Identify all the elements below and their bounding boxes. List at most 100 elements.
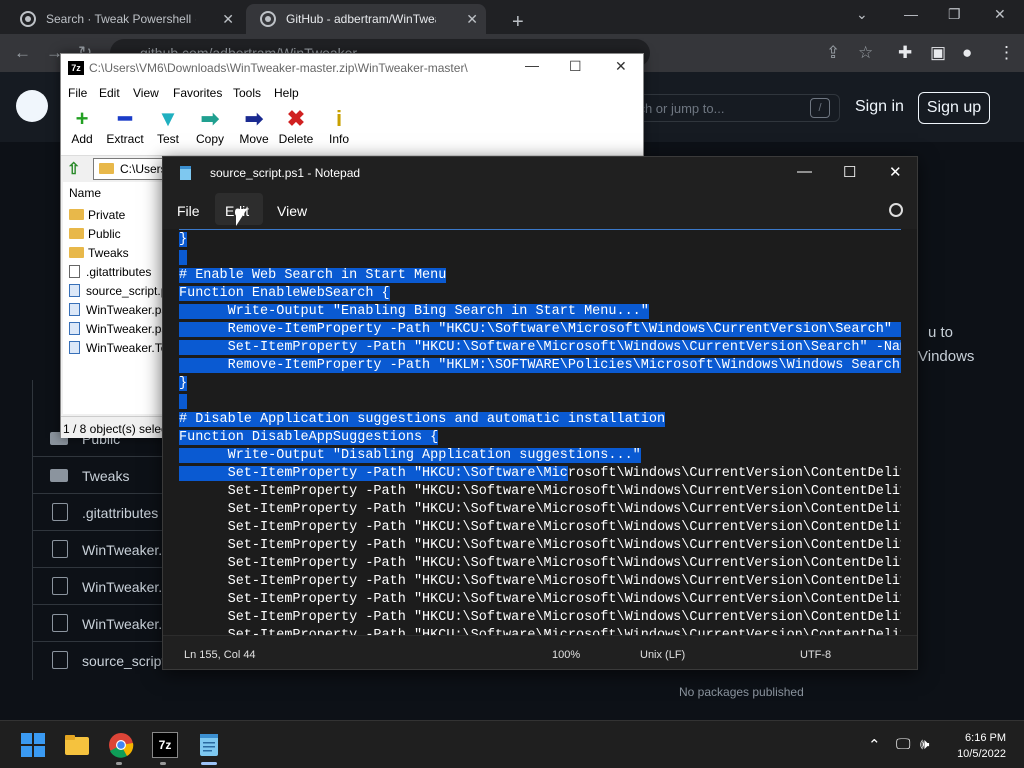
close-tab-icon[interactable]: ✕ [466, 11, 478, 28]
list-item-gitattributes[interactable]: .gitattributes [69, 265, 151, 283]
unselected-text: Set-ItemProperty -Path "HKCU:\Software\M… [179, 538, 901, 553]
list-item-public[interactable]: Public [69, 227, 121, 245]
7zip-toolbar: + Add ━ Extract ▼ Test ➡ Copy ➡ Move ✖ D… [61, 104, 643, 156]
file-row-gitattributes[interactable]: .gitattributes [82, 505, 158, 521]
close-tab-icon[interactable]: ✕ [222, 11, 234, 28]
start-icon[interactable] [20, 732, 46, 758]
tab-github-wintweaker[interactable]: GitHub - adbertram/WinTweaker ✕ [246, 4, 486, 34]
code-line: Set-ItemProperty -Path "HKCU:\Software\M… [179, 573, 901, 591]
volume-icon[interactable]: 🕪 [920, 736, 929, 753]
delete-button[interactable]: ✖ Delete [273, 106, 319, 146]
extract-button[interactable]: ━ Extract [102, 106, 148, 146]
tab-strip: Search · Tweak Powershell · GitHub ✕ Git… [0, 0, 1024, 34]
code-line: Set-ItemProperty -Path "HKCU:\Software\M… [179, 609, 901, 627]
menu-help[interactable]: Help [274, 86, 299, 100]
info-button[interactable]: i Info [316, 106, 362, 146]
extensions-icon[interactable]: ✚ [898, 43, 912, 63]
add-button[interactable]: + Add [59, 106, 105, 146]
tab-search[interactable]: Search · Tweak Powershell · GitHub ✕ [6, 4, 242, 34]
network-icon[interactable]: 🖵 [896, 736, 910, 753]
close-button[interactable]: ✕ [615, 58, 627, 75]
profile-icon[interactable]: ● [962, 43, 972, 63]
search-shortcut-key: / [810, 98, 830, 118]
system-clock[interactable]: 6:16 PM 10/5/2022 [957, 730, 1006, 762]
powershell-file-icon [69, 284, 80, 297]
maximize-button[interactable]: ☐ [843, 163, 856, 181]
zoom-level: 100% [552, 649, 581, 661]
close-button[interactable]: ✕ [994, 6, 1006, 23]
clock-time: 6:16 PM [965, 732, 1006, 744]
chevron-up-icon[interactable]: ⌃ [868, 736, 881, 754]
file-row-wintweaker-p1[interactable]: WinTweaker.p [82, 579, 170, 595]
menu-file[interactable]: File [68, 86, 87, 100]
info-icon: i [335, 106, 343, 131]
code-line: Remove-ItemProperty -Path "HKCU:\Softwar… [179, 321, 901, 339]
copy-button[interactable]: ➡ Copy [187, 106, 233, 146]
about-text-line1: u to [928, 324, 954, 341]
settings-gear-icon[interactable] [889, 203, 903, 217]
file-row-wintweaker-p2[interactable]: WinTweaker.p [82, 616, 170, 632]
menu-favorites[interactable]: Favorites [173, 86, 222, 100]
column-header-name[interactable]: Name [69, 186, 101, 200]
menu-edit[interactable]: Edit [99, 86, 120, 100]
maximize-button[interactable]: ☐ [569, 58, 582, 75]
item-label: .gitattributes [86, 265, 152, 279]
folder-icon [50, 469, 68, 482]
copy-label: Copy [195, 132, 224, 146]
sign-up-button[interactable]: Sign up [918, 92, 990, 124]
file-row-tweaks[interactable]: Tweaks [82, 468, 129, 484]
code-line: Set-ItemProperty -Path "HKCU:\Software\M… [179, 519, 901, 537]
7zip-app-icon: 7z [68, 61, 84, 75]
sidepanel-icon[interactable]: ▣ [930, 43, 946, 63]
unselected-text: Set-ItemProperty -Path "HKCU:\Software\M… [179, 484, 901, 499]
menu-view[interactable]: View [277, 203, 307, 219]
chrome-icon[interactable] [108, 732, 134, 758]
close-button[interactable]: ✕ [889, 163, 902, 181]
row-divider [32, 641, 172, 642]
new-tab-button[interactable]: + [498, 7, 524, 37]
code-line: Set-ItemProperty -Path "HKCU:\Software\M… [179, 465, 901, 483]
list-item-wintweaker-psm1[interactable]: WinTweaker.ps [69, 322, 167, 340]
item-label: WinTweaker.ps [86, 322, 168, 336]
file-row-source-script[interactable]: source_script [82, 653, 165, 669]
selected-text: Remove-ItemProperty -Path "HKLM:\SOFTWAR… [179, 358, 901, 373]
add-label: Add [71, 132, 93, 146]
list-item-private[interactable]: Private [69, 208, 125, 226]
encoding: UTF-8 [800, 649, 832, 661]
selected-text: Function DisableAppSuggestions { [179, 430, 439, 445]
row-divider [32, 530, 172, 531]
text-editor-area[interactable]: } # Enable Web Search in Start Menu Funct… [163, 229, 917, 635]
row-divider [32, 493, 172, 494]
menu-dots-icon[interactable]: ⋮ [998, 43, 1015, 63]
notepad-menu-bar: File Edit View [163, 189, 917, 229]
sign-in-link[interactable]: Sign in [855, 98, 904, 116]
chevron-down-icon[interactable]: ⌄ [856, 6, 868, 23]
test-label: Test [156, 132, 179, 146]
7zip-icon[interactable]: 7z [152, 732, 178, 758]
share-icon[interactable]: ⇪ [826, 43, 840, 63]
list-item-tweaks[interactable]: Tweaks [69, 246, 129, 264]
list-item-wintweaker-ps1[interactable]: WinTweaker.ps [69, 303, 167, 321]
file-explorer-icon[interactable] [64, 732, 90, 758]
code-line: Set-ItemProperty -Path "HKCU:\Software\M… [179, 537, 901, 555]
menu-view[interactable]: View [133, 86, 159, 100]
menu-tools[interactable]: Tools [233, 86, 261, 100]
file-icon [69, 265, 80, 278]
minimize-button[interactable]: — [797, 163, 812, 180]
minimize-button[interactable]: — [904, 6, 918, 22]
back-arrow-icon[interactable]: ← [14, 43, 31, 63]
item-label: Tweaks [88, 246, 129, 260]
notepad-icon[interactable] [196, 732, 222, 758]
bookmark-star-icon[interactable]: ☆ [858, 43, 873, 63]
list-item-source-script[interactable]: source_script.p [69, 284, 167, 302]
move-button[interactable]: ➡ Move [231, 106, 277, 146]
menu-file[interactable]: File [177, 203, 200, 219]
selected-text: Remove-ItemProperty -Path "HKCU:\Softwar… [179, 322, 901, 337]
list-item-wintweaker-tests[interactable]: WinTweaker.Te [69, 341, 167, 359]
up-folder-icon[interactable]: ⇧ [67, 159, 85, 178]
test-button[interactable]: ▼ Test [145, 106, 191, 146]
github-logo-icon[interactable] [16, 90, 48, 122]
minimize-button[interactable]: — [525, 57, 539, 73]
maximize-button[interactable]: ❐ [948, 6, 961, 23]
file-row-wintweaker-t[interactable]: WinTweaker.T [82, 542, 171, 558]
